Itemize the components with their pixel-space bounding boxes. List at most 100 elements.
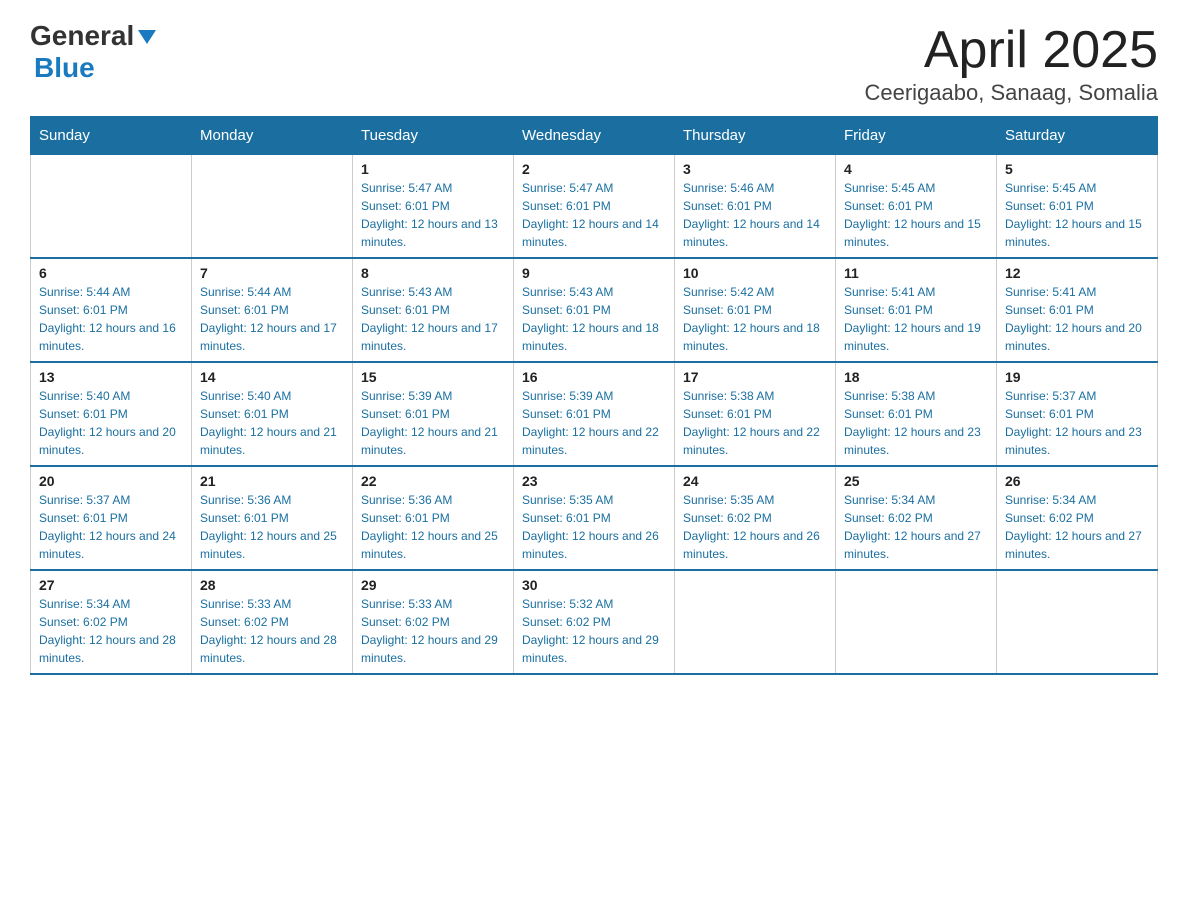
day-number: 30 xyxy=(522,577,666,593)
calendar-day-cell: 23 Sunrise: 5:35 AMSunset: 6:01 PMDayligh… xyxy=(514,466,675,570)
day-number: 6 xyxy=(39,265,183,281)
calendar-header-saturday: Saturday xyxy=(997,117,1158,155)
sun-info: Sunrise: 5:45 AMSunset: 6:01 PMDaylight:… xyxy=(844,179,988,251)
sun-info: Sunrise: 5:34 AMSunset: 6:02 PMDaylight:… xyxy=(39,595,183,667)
calendar-day-cell xyxy=(675,570,836,674)
day-number: 14 xyxy=(200,369,344,385)
calendar-header-friday: Friday xyxy=(836,117,997,155)
calendar-day-cell: 15 Sunrise: 5:39 AMSunset: 6:01 PMDayligh… xyxy=(353,362,514,466)
day-number: 8 xyxy=(361,265,505,281)
calendar-week-row: 20 Sunrise: 5:37 AMSunset: 6:01 PMDayligh… xyxy=(31,466,1158,570)
sun-info: Sunrise: 5:39 AMSunset: 6:01 PMDaylight:… xyxy=(522,387,666,459)
page-title: April 2025 xyxy=(864,20,1158,80)
sun-info: Sunrise: 5:34 AMSunset: 6:02 PMDaylight:… xyxy=(844,491,988,563)
sun-info: Sunrise: 5:46 AMSunset: 6:01 PMDaylight:… xyxy=(683,179,827,251)
day-number: 13 xyxy=(39,369,183,385)
calendar-day-cell xyxy=(836,570,997,674)
sun-info: Sunrise: 5:37 AMSunset: 6:01 PMDaylight:… xyxy=(1005,387,1149,459)
day-number: 10 xyxy=(683,265,827,281)
calendar-day-cell: 12 Sunrise: 5:41 AMSunset: 6:01 PMDayligh… xyxy=(997,258,1158,362)
calendar-header-row: SundayMondayTuesdayWednesdayThursdayFrid… xyxy=(31,117,1158,155)
sun-info: Sunrise: 5:36 AMSunset: 6:01 PMDaylight:… xyxy=(200,491,344,563)
calendar-header-sunday: Sunday xyxy=(31,117,192,155)
sun-info: Sunrise: 5:35 AMSunset: 6:02 PMDaylight:… xyxy=(683,491,827,563)
day-number: 2 xyxy=(522,161,666,177)
calendar-day-cell: 18 Sunrise: 5:38 AMSunset: 6:01 PMDayligh… xyxy=(836,362,997,466)
calendar-header-tuesday: Tuesday xyxy=(353,117,514,155)
sun-info: Sunrise: 5:44 AMSunset: 6:01 PMDaylight:… xyxy=(39,283,183,355)
day-number: 18 xyxy=(844,369,988,385)
sun-info: Sunrise: 5:42 AMSunset: 6:01 PMDaylight:… xyxy=(683,283,827,355)
calendar-day-cell: 1 Sunrise: 5:47 AMSunset: 6:01 PMDaylight… xyxy=(353,155,514,259)
day-number: 21 xyxy=(200,473,344,489)
day-number: 20 xyxy=(39,473,183,489)
day-number: 28 xyxy=(200,577,344,593)
day-number: 4 xyxy=(844,161,988,177)
calendar-day-cell: 22 Sunrise: 5:36 AMSunset: 6:01 PMDayligh… xyxy=(353,466,514,570)
sun-info: Sunrise: 5:47 AMSunset: 6:01 PMDaylight:… xyxy=(522,179,666,251)
day-number: 22 xyxy=(361,473,505,489)
calendar-day-cell: 9 Sunrise: 5:43 AMSunset: 6:01 PMDaylight… xyxy=(514,258,675,362)
page-header: General Blue April 2025 Ceerigaabo, Sana… xyxy=(30,20,1158,106)
calendar-day-cell: 16Sunrise: 5:39 AMSunset: 6:01 PMDayligh… xyxy=(514,362,675,466)
calendar-header-wednesday: Wednesday xyxy=(514,117,675,155)
day-number: 15 xyxy=(361,369,505,385)
calendar-day-cell: 6 Sunrise: 5:44 AMSunset: 6:01 PMDaylight… xyxy=(31,258,192,362)
day-number: 27 xyxy=(39,577,183,593)
calendar-day-cell xyxy=(997,570,1158,674)
calendar-day-cell: 8Sunrise: 5:43 AMSunset: 6:01 PMDaylight… xyxy=(353,258,514,362)
calendar-day-cell: 14 Sunrise: 5:40 AMSunset: 6:01 PMDayligh… xyxy=(192,362,353,466)
logo-blue-text: Blue xyxy=(34,52,95,83)
calendar-day-cell: 5 Sunrise: 5:45 AMSunset: 6:01 PMDaylight… xyxy=(997,155,1158,259)
sun-info: Sunrise: 5:35 AMSunset: 6:01 PMDaylight:… xyxy=(522,491,666,563)
calendar-header-monday: Monday xyxy=(192,117,353,155)
sun-info: Sunrise: 5:37 AMSunset: 6:01 PMDaylight:… xyxy=(39,491,183,563)
logo: General Blue xyxy=(30,20,158,84)
day-number: 5 xyxy=(1005,161,1149,177)
calendar-day-cell: 4 Sunrise: 5:45 AMSunset: 6:01 PMDaylight… xyxy=(836,155,997,259)
calendar-day-cell: 29Sunrise: 5:33 AMSunset: 6:02 PMDayligh… xyxy=(353,570,514,674)
calendar-week-row: 27 Sunrise: 5:34 AMSunset: 6:02 PMDayligh… xyxy=(31,570,1158,674)
calendar-week-row: 6 Sunrise: 5:44 AMSunset: 6:01 PMDaylight… xyxy=(31,258,1158,362)
calendar-day-cell: 11 Sunrise: 5:41 AMSunset: 6:01 PMDayligh… xyxy=(836,258,997,362)
day-number: 26 xyxy=(1005,473,1149,489)
calendar-day-cell: 25Sunrise: 5:34 AMSunset: 6:02 PMDayligh… xyxy=(836,466,997,570)
day-number: 9 xyxy=(522,265,666,281)
day-number: 24 xyxy=(683,473,827,489)
sun-info: Sunrise: 5:45 AMSunset: 6:01 PMDaylight:… xyxy=(1005,179,1149,251)
sun-info: Sunrise: 5:36 AMSunset: 6:01 PMDaylight:… xyxy=(361,491,505,563)
calendar-week-row: 1 Sunrise: 5:47 AMSunset: 6:01 PMDaylight… xyxy=(31,155,1158,259)
day-number: 7 xyxy=(200,265,344,281)
sun-info: Sunrise: 5:41 AMSunset: 6:01 PMDaylight:… xyxy=(844,283,988,355)
sun-info: Sunrise: 5:41 AMSunset: 6:01 PMDaylight:… xyxy=(1005,283,1149,355)
calendar-day-cell: 2 Sunrise: 5:47 AMSunset: 6:01 PMDaylight… xyxy=(514,155,675,259)
logo-general-text: General xyxy=(30,20,134,52)
sun-info: Sunrise: 5:43 AMSunset: 6:01 PMDaylight:… xyxy=(522,283,666,355)
sun-info: Sunrise: 5:40 AMSunset: 6:01 PMDaylight:… xyxy=(39,387,183,459)
calendar-day-cell: 3 Sunrise: 5:46 AMSunset: 6:01 PMDaylight… xyxy=(675,155,836,259)
day-number: 12 xyxy=(1005,265,1149,281)
calendar-day-cell: 17Sunrise: 5:38 AMSunset: 6:01 PMDayligh… xyxy=(675,362,836,466)
sun-info: Sunrise: 5:39 AMSunset: 6:01 PMDaylight:… xyxy=(361,387,505,459)
day-number: 3 xyxy=(683,161,827,177)
calendar-week-row: 13 Sunrise: 5:40 AMSunset: 6:01 PMDayligh… xyxy=(31,362,1158,466)
calendar-header-thursday: Thursday xyxy=(675,117,836,155)
day-number: 11 xyxy=(844,265,988,281)
calendar-day-cell xyxy=(192,155,353,259)
day-number: 17 xyxy=(683,369,827,385)
calendar-day-cell: 27 Sunrise: 5:34 AMSunset: 6:02 PMDayligh… xyxy=(31,570,192,674)
calendar-table: SundayMondayTuesdayWednesdayThursdayFrid… xyxy=(30,116,1158,675)
day-number: 1 xyxy=(361,161,505,177)
sun-info: Sunrise: 5:34 AMSunset: 6:02 PMDaylight:… xyxy=(1005,491,1149,563)
calendar-day-cell: 26 Sunrise: 5:34 AMSunset: 6:02 PMDayligh… xyxy=(997,466,1158,570)
sun-info: Sunrise: 5:38 AMSunset: 6:01 PMDaylight:… xyxy=(844,387,988,459)
day-number: 23 xyxy=(522,473,666,489)
day-number: 19 xyxy=(1005,369,1149,385)
sun-info: Sunrise: 5:40 AMSunset: 6:01 PMDaylight:… xyxy=(200,387,344,459)
calendar-day-cell: 7Sunrise: 5:44 AMSunset: 6:01 PMDaylight… xyxy=(192,258,353,362)
calendar-day-cell: 10 Sunrise: 5:42 AMSunset: 6:01 PMDayligh… xyxy=(675,258,836,362)
sun-info: Sunrise: 5:33 AMSunset: 6:02 PMDaylight:… xyxy=(200,595,344,667)
sun-info: Sunrise: 5:32 AMSunset: 6:02 PMDaylight:… xyxy=(522,595,666,667)
sun-info: Sunrise: 5:47 AMSunset: 6:01 PMDaylight:… xyxy=(361,179,505,251)
calendar-day-cell: 28 Sunrise: 5:33 AMSunset: 6:02 PMDayligh… xyxy=(192,570,353,674)
